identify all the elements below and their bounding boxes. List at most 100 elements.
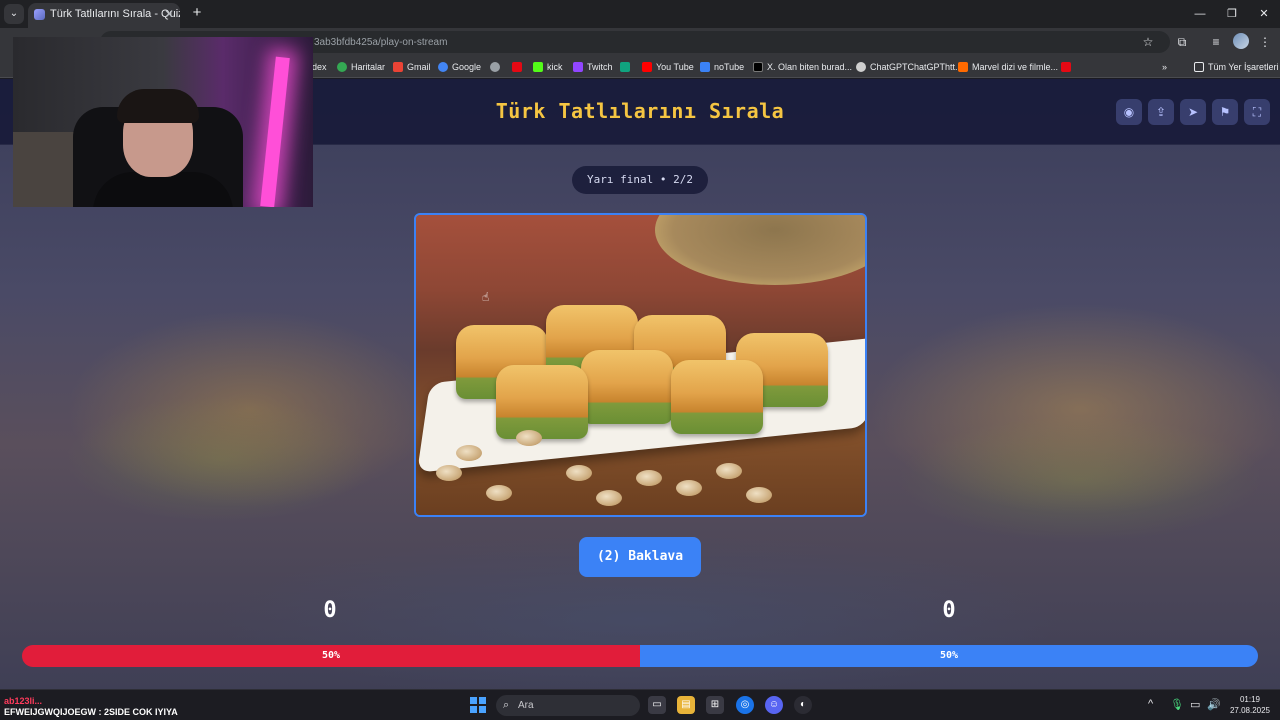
image-baklava-piece [671, 360, 763, 434]
image-baklava-piece [496, 365, 588, 439]
image-pistachio [486, 485, 512, 501]
image-pistachio [746, 487, 772, 503]
task-view-icon[interactable]: ▭ [648, 696, 666, 714]
new-tab-button[interactable]: + [188, 4, 206, 22]
webcam-overlay [13, 37, 313, 207]
taskbar-search[interactable]: ⌕ Ara [496, 695, 640, 716]
score-right: 0 [942, 598, 956, 623]
bookmark-favicon-icon [620, 62, 630, 72]
image-pistachio [636, 470, 662, 486]
bookmark-item[interactable]: Gmail [393, 60, 431, 74]
bookmark-item[interactable]: You Tube [642, 60, 694, 74]
media-controls-icon[interactable]: ≡ [1207, 33, 1225, 51]
bookmark-item[interactable]: dex [312, 60, 327, 74]
webcam-person-body [93, 172, 233, 207]
extensions-icon[interactable]: ⧉ [1173, 33, 1191, 51]
chat-username: ab123li... [4, 696, 43, 706]
bookmark-item[interactable]: noTube [700, 60, 744, 74]
bookmark-item[interactable] [1061, 60, 1071, 74]
image-baklava-piece [581, 350, 673, 424]
folder-icon [1194, 62, 1204, 72]
obs-icon[interactable]: ◐ [794, 696, 812, 714]
volume-icon[interactable]: 🔊 [1207, 698, 1221, 711]
fullscreen-icon[interactable]: ⛶ [1244, 99, 1270, 125]
score-left: 0 [323, 598, 337, 623]
quizei-favicon-icon [34, 9, 45, 20]
windows-taskbar: ab123li... EFWEIJGWQIJOEGW : 2SIDE COK I… [0, 689, 1280, 720]
bookmark-item[interactable] [490, 60, 500, 74]
more-bookmarks-button[interactable]: » [1162, 60, 1167, 74]
netflix-icon [1061, 62, 1071, 72]
browser-menu-icon[interactable]: ⋮ [1256, 33, 1274, 51]
restore-button[interactable]: ❐ [1216, 0, 1248, 28]
microphone-icon[interactable]: 🎙 [1170, 698, 1184, 711]
windows-start-icon[interactable] [470, 697, 486, 713]
tab-title: Türk Tatlılarını Sırala - Quizei [50, 8, 180, 20]
notube-icon [700, 62, 710, 72]
bookmark-item[interactable]: ChatGPTChatGPThtt... [856, 60, 963, 74]
search-placeholder: Ara [518, 700, 534, 711]
vote-bar-left: 50% [22, 645, 640, 667]
clock-date: 27.08.2025 [1229, 706, 1271, 715]
bookmark-item[interactable]: Marvel dizi ve filmle... [958, 60, 1058, 74]
youtube-icon [642, 62, 652, 72]
mouse-cursor-icon: ☝ [482, 290, 490, 304]
search-icon: ⌕ [503, 699, 510, 711]
twitch-icon [573, 62, 583, 72]
maps-icon [337, 62, 347, 72]
choice-button[interactable]: (2) Baklava [579, 537, 701, 577]
tab-list-button[interactable]: ⌄ [4, 4, 24, 24]
webcam-neon-light [260, 56, 290, 207]
google-icon [438, 62, 448, 72]
clock-time: 01:19 [1239, 695, 1261, 704]
chat-message: EFWEIJGWQIJOEGW : 2SIDE COK IYIYA [4, 707, 178, 717]
image-pistachio [516, 430, 542, 446]
chrome-icon[interactable]: ◎ [736, 696, 754, 714]
eye-icon[interactable]: ◉ [1116, 99, 1142, 125]
system-clock[interactable]: 01:19 27.08.2025 [1228, 694, 1272, 716]
store-icon[interactable]: ⊞ [706, 696, 724, 714]
discord-icon[interactable]: ☺ [765, 696, 783, 714]
bookmark-item[interactable] [512, 60, 522, 74]
dizi-icon [958, 62, 968, 72]
minimize-button[interactable]: — [1184, 0, 1216, 28]
flag-icon[interactable]: ⚑ [1212, 99, 1238, 125]
close-window-button[interactable]: ✕ [1248, 0, 1280, 28]
star-bookmark-icon[interactable]: ☆ [1139, 33, 1157, 51]
bookmark-item[interactable]: kick [533, 60, 563, 74]
bookmark-favicon-icon [512, 62, 522, 72]
bookmark-item[interactable] [620, 60, 630, 74]
browser-tab-active[interactable]: Türk Tatlılarını Sırala - Quizei ✕ [28, 3, 180, 28]
image-pistachio [566, 465, 592, 481]
image-pistachio [596, 490, 622, 506]
image-pistachio [716, 463, 742, 479]
vote-progress-bar: 50% 50% [22, 645, 1258, 667]
profile-avatar[interactable] [1233, 33, 1249, 49]
x-icon [753, 62, 763, 72]
bookmark-item[interactable]: Google [438, 60, 481, 74]
bookmark-item[interactable]: X. Olan biten burad... [753, 60, 852, 74]
tray-overflow-icon[interactable]: ^ [1148, 698, 1153, 710]
send-icon[interactable]: ➤ [1180, 99, 1206, 125]
url-text[interactable]: 3ab3bfdb425a/play-on-stream [314, 37, 447, 48]
image-pistachio [676, 480, 702, 496]
window-controls: — ❐ ✕ [1184, 0, 1280, 28]
image-pistachio [436, 465, 462, 481]
network-icon[interactable]: ▭ [1190, 698, 1200, 711]
tab-close-icon[interactable]: ✕ [164, 3, 174, 26]
gmail-icon [393, 62, 403, 72]
bookmark-favicon-icon [490, 62, 500, 72]
kick-icon [533, 62, 543, 72]
share-icon[interactable]: ⇪ [1148, 99, 1174, 125]
chatgpt-icon [856, 62, 866, 72]
image-pistachio [456, 445, 482, 461]
item-image-card[interactable] [414, 213, 867, 517]
webcam-person-hair [117, 89, 199, 123]
file-explorer-icon[interactable]: ▤ [677, 696, 695, 714]
bookmark-item[interactable]: Twitch [573, 60, 613, 74]
all-bookmarks-button[interactable]: Tüm Yer İşaretleri [1194, 60, 1279, 74]
vote-bar-right: 50% [640, 645, 1258, 667]
browser-tabstrip: ⌄ Türk Tatlılarını Sırala - Quizei ✕ + —… [0, 0, 1280, 28]
round-indicator: Yarı final • 2/2 [572, 166, 708, 194]
bookmark-item[interactable]: Haritalar [337, 60, 385, 74]
